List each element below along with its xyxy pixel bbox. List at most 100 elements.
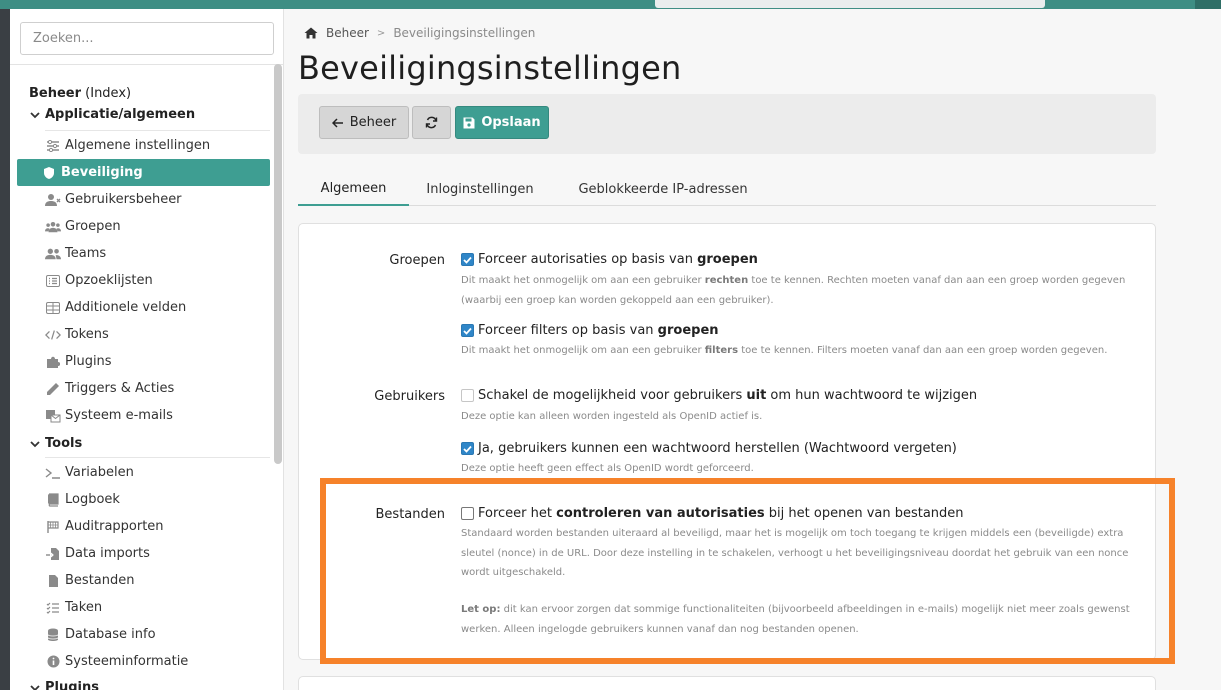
section-plugins[interactable]: Plugins xyxy=(29,680,99,690)
sidebar-item-logboek[interactable]: Logboek xyxy=(17,486,270,513)
tab-algemeen[interactable]: Algemeen xyxy=(298,172,409,206)
toolbar: Beheer Opslaan xyxy=(298,94,1156,154)
sidebar-item-label: Beveiliging xyxy=(61,165,143,180)
sidebar-item-label: Systeem e-mails xyxy=(65,408,173,423)
import-icon xyxy=(45,546,61,562)
sidebar-divider xyxy=(10,64,284,65)
sidebar-search-input[interactable] xyxy=(20,22,274,55)
sidebar-index-bold: Beheer xyxy=(29,86,82,101)
password-reset-help: Deze optie heeft geen effect als OpenID … xyxy=(461,463,754,474)
sidebar-item-beveiliging[interactable]: Beveiliging xyxy=(17,159,270,186)
sidebar-item-label: Gebruikersbeheer xyxy=(65,192,182,207)
sidebar-index-link[interactable]: Beheer (Index) xyxy=(29,86,131,101)
force-group-auth-checkbox[interactable] xyxy=(461,253,474,266)
chevron-down-icon xyxy=(30,111,40,118)
force-group-auth-option[interactable]: Forceer autorisaties op basis van groepe… xyxy=(461,252,758,267)
sidebar-item-label: Teams xyxy=(65,246,107,261)
user-icon xyxy=(45,192,61,208)
top-search-bar[interactable] xyxy=(655,0,1045,8)
pencil-icon xyxy=(45,381,61,397)
option-text: Forceer filters op basis van groepen xyxy=(478,323,719,338)
tab-inloginstellingen[interactable]: Inloginstellingen xyxy=(420,172,540,206)
sidebar-item-label: Tokens xyxy=(65,327,109,342)
section-tools[interactable]: Tools xyxy=(29,436,82,451)
save-button[interactable]: Opslaan xyxy=(455,106,549,139)
breadcrumb-current: Beveiligingsinstellingen xyxy=(393,26,536,40)
password-reset-option[interactable]: Ja, gebruikers kunnen een wachtwoord her… xyxy=(461,441,957,456)
sidebar-scrollbar[interactable] xyxy=(274,64,282,464)
info-icon xyxy=(45,654,61,670)
sidebar-item-taken[interactable]: Taken xyxy=(17,594,270,621)
sidebar-item-plugins[interactable]: Plugins xyxy=(17,348,270,375)
force-group-auth-help: Dit maakt het onmogelijk om aan een gebr… xyxy=(461,275,1126,306)
left-app-strip xyxy=(0,9,10,690)
disable-password-change-help: Deze optie kan alleen worden ingesteld a… xyxy=(461,411,763,422)
sidebar-item-algemene-instellingen[interactable]: Algemene instellingen xyxy=(17,132,270,159)
sidebar-item-teams[interactable]: Teams xyxy=(17,240,270,267)
sidebar-item-additionele-velden[interactable]: Additionele velden xyxy=(17,294,270,321)
sidebar-item-label: Algemene instellingen xyxy=(65,138,211,153)
sidebar-item-label: Auditrapporten xyxy=(65,519,164,534)
sidebar-item-systeeminformatie[interactable]: Systeeminformatie xyxy=(17,648,270,675)
sliders-icon xyxy=(45,138,61,154)
file-icon xyxy=(45,573,61,589)
password-reset-checkbox[interactable] xyxy=(461,442,474,455)
top-bar-corner xyxy=(1195,0,1221,9)
sidebar-item-label: Opzoeklijsten xyxy=(65,273,153,288)
section-tools-label: Tools xyxy=(45,436,83,451)
mail-icon xyxy=(45,408,61,424)
sidebar-item-groepen[interactable]: Groepen xyxy=(17,213,270,240)
sidebar-item-label: Taken xyxy=(65,600,103,615)
sidebar-item-opzoeklijsten[interactable]: Opzoeklijsten xyxy=(17,267,270,294)
sidebar-item-systeem-emails[interactable]: Systeem e-mails xyxy=(17,402,270,429)
page-title: Beveiligingsinstellingen xyxy=(298,49,682,87)
terminal-icon xyxy=(45,465,61,481)
sidebar-item-variabelen[interactable]: Variabelen xyxy=(17,459,270,486)
sidebar-item-label: Systeeminformatie xyxy=(65,654,189,669)
sidebar-item-data-imports[interactable]: Data imports xyxy=(17,540,270,567)
checkmark-icon xyxy=(463,256,472,264)
arrow-left-icon xyxy=(331,117,343,128)
chevron-down-icon xyxy=(30,440,40,447)
list-icon xyxy=(45,273,61,289)
team-icon xyxy=(45,246,61,262)
tasks-icon xyxy=(45,600,61,616)
checkmark-icon xyxy=(463,327,472,335)
option-text: Forceer autorisaties op basis van groepe… xyxy=(478,252,758,267)
floppy-disk-icon xyxy=(463,117,475,128)
users-group-icon xyxy=(45,219,61,235)
sidebar-separator xyxy=(45,130,270,131)
book-icon xyxy=(45,492,61,508)
sidebar-item-label: Groepen xyxy=(65,219,121,234)
home-icon[interactable] xyxy=(304,27,318,39)
disable-password-change-option[interactable]: Schakel de mogelijkheid voor gebruikers … xyxy=(461,388,977,403)
force-group-filters-checkbox[interactable] xyxy=(461,324,474,337)
section-applicatie[interactable]: Applicatie/algemeen xyxy=(29,107,195,122)
checkmark-icon xyxy=(463,445,472,453)
code-icon xyxy=(45,327,61,343)
refresh-button[interactable] xyxy=(412,106,451,139)
sidebar-item-triggers[interactable]: Triggers & Acties xyxy=(17,375,270,402)
flag-icon xyxy=(45,519,61,535)
sidebar-item-bestanden[interactable]: Bestanden xyxy=(17,567,270,594)
sidebar-item-label: Additionele velden xyxy=(65,300,187,315)
sidebar-item-label: Logboek xyxy=(65,492,120,507)
tab-geblokkeerde-ip[interactable]: Geblokkeerde IP-adressen xyxy=(568,172,758,206)
sidebar-item-label: Bestanden xyxy=(65,573,135,588)
sidebar-index-rest: (Index) xyxy=(81,86,132,101)
back-button[interactable]: Beheer xyxy=(319,106,409,139)
sidebar-item-gebruikersbeheer[interactable]: Gebruikersbeheer xyxy=(17,186,270,213)
back-button-label: Beheer xyxy=(349,115,397,130)
breadcrumb-root[interactable]: Beheer xyxy=(326,26,369,40)
sidebar-item-tokens[interactable]: Tokens xyxy=(17,321,270,348)
section-plugins-label: Plugins xyxy=(45,680,99,690)
sidebar-item-auditrapporten[interactable]: Auditrapporten xyxy=(17,513,270,540)
top-bar xyxy=(0,0,1221,9)
puzzle-icon xyxy=(45,354,61,370)
sidebar-item-database-info[interactable]: Database info xyxy=(17,621,270,648)
sidebar-item-label: Triggers & Acties xyxy=(65,381,175,396)
groups-label: Groepen xyxy=(389,253,445,268)
disable-password-change-checkbox[interactable] xyxy=(461,389,474,402)
force-group-filters-option[interactable]: Forceer filters op basis van groepen xyxy=(461,323,719,338)
tab-bar: Algemeen Inloginstellingen Geblokkeerde … xyxy=(298,172,1156,206)
